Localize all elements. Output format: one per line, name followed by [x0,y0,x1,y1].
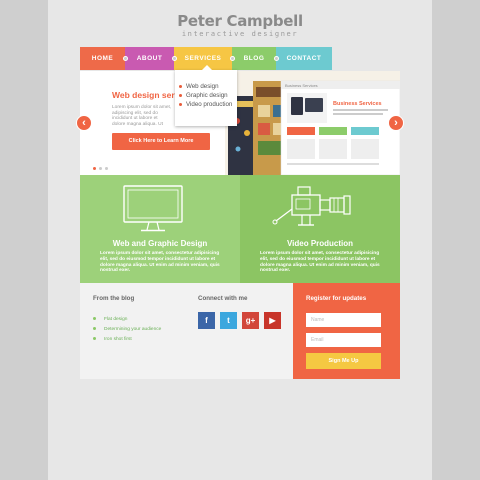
service-description: Lorem ipsum dolor sit amet, consectetur … [100,251,220,274]
bullet-icon [179,84,182,88]
email-field[interactable] [306,333,381,347]
service-description: Lorem ipsum dolor sit amet, consectetur … [260,251,380,274]
nav-about[interactable]: ABOUT [125,47,177,70]
service-title: Video Production [286,239,354,248]
blog-link-flat-design[interactable]: Flat design [93,315,161,325]
nav-label: CONTACT [286,55,322,62]
slide-title: Web design servi [112,90,182,100]
learn-more-button[interactable]: Click Here to Learn More [112,133,210,150]
dropdown-arrow [202,65,212,70]
logo-name: Peter Campbell [177,12,303,30]
twitter-icon[interactable]: t [220,312,237,329]
arrow-right-icon[interactable]: › [388,115,404,131]
video-camera-icon [272,186,351,226]
name-field[interactable] [306,313,381,327]
register-panel: Register for updates Sign Me Up [293,283,400,379]
service-title: Web and Graphic Design [112,239,208,248]
slide-dot-active[interactable] [93,167,96,170]
services-dropdown: Web design Graphic design Video producti… [175,65,237,126]
arrow-left-icon[interactable]: ‹ [76,115,92,131]
social-links: f t g+ ▶ [198,312,281,329]
nav-separator-dot [123,56,128,61]
blog-link-audience[interactable]: Determining your audience [93,325,161,335]
bullet-icon [93,337,96,341]
connect-with-me: Connect with me f t g+ ▶ [198,295,281,329]
services-section: Web and Graphic Design Lorem ipsum dolor… [80,175,400,283]
logo-tagline: interactive designer [181,30,299,38]
slide-dot[interactable] [105,167,108,170]
slide-indicators [93,167,108,170]
nav-separator-dot [230,56,235,61]
monitor-icon [123,185,183,232]
youtube-icon[interactable]: ▶ [264,312,281,329]
from-the-blog: From the blog Flat design Determining yo… [93,295,161,345]
nav-contact[interactable]: CONTACT [276,47,332,70]
connect-title: Connect with me [198,295,248,302]
nav-separator-dot [274,56,279,61]
device-mockup-image: Business Services Business Services [225,71,400,175]
register-title: Register for updates [306,295,367,302]
svg-text:Business Services: Business Services [285,83,318,88]
facebook-icon[interactable]: f [198,312,215,329]
service-video-production[interactable]: Video Production Lorem ipsum dolor sit a… [240,175,400,283]
service-web-graphic-design[interactable]: Web and Graphic Design Lorem ipsum dolor… [80,175,240,283]
nav-label: BLOG [243,55,265,62]
nav-label: ABOUT [136,55,163,62]
hero-slider: Web design servi Lorem ipsum dolor sit a… [80,71,400,175]
google-plus-icon[interactable]: g+ [242,312,259,329]
nav-home[interactable]: HOME [80,47,128,70]
blog-link-iron-shot[interactable]: Iron shot first [93,335,161,345]
dropdown-item-video-production[interactable]: Video production [179,100,237,109]
sign-up-button[interactable]: Sign Me Up [306,353,381,369]
nav-label: SERVICES [184,55,222,62]
nav-label: HOME [91,55,114,62]
dropdown-item-graphic-design[interactable]: Graphic design [179,91,237,100]
slide-dot[interactable] [99,167,102,170]
bullet-icon [179,93,182,97]
mockup-heading: Business Services [333,101,382,107]
slide-text: Lorem ipsum dolor sit amet, adipiscing e… [112,105,172,127]
bullet-icon [93,317,96,321]
bullet-icon [93,327,96,331]
site-logo[interactable]: Peter Campbell interactive designer [48,12,432,39]
dropdown-item-web-design[interactable]: Web design [179,82,237,91]
nav-blog[interactable]: BLOG [232,47,279,70]
page-container: Peter Campbell interactive designer HOME… [48,0,432,480]
footer: From the blog Flat design Determining yo… [80,283,400,379]
blog-title: From the blog [93,295,135,302]
nav-separator-dot [172,56,177,61]
bullet-icon [179,102,182,106]
